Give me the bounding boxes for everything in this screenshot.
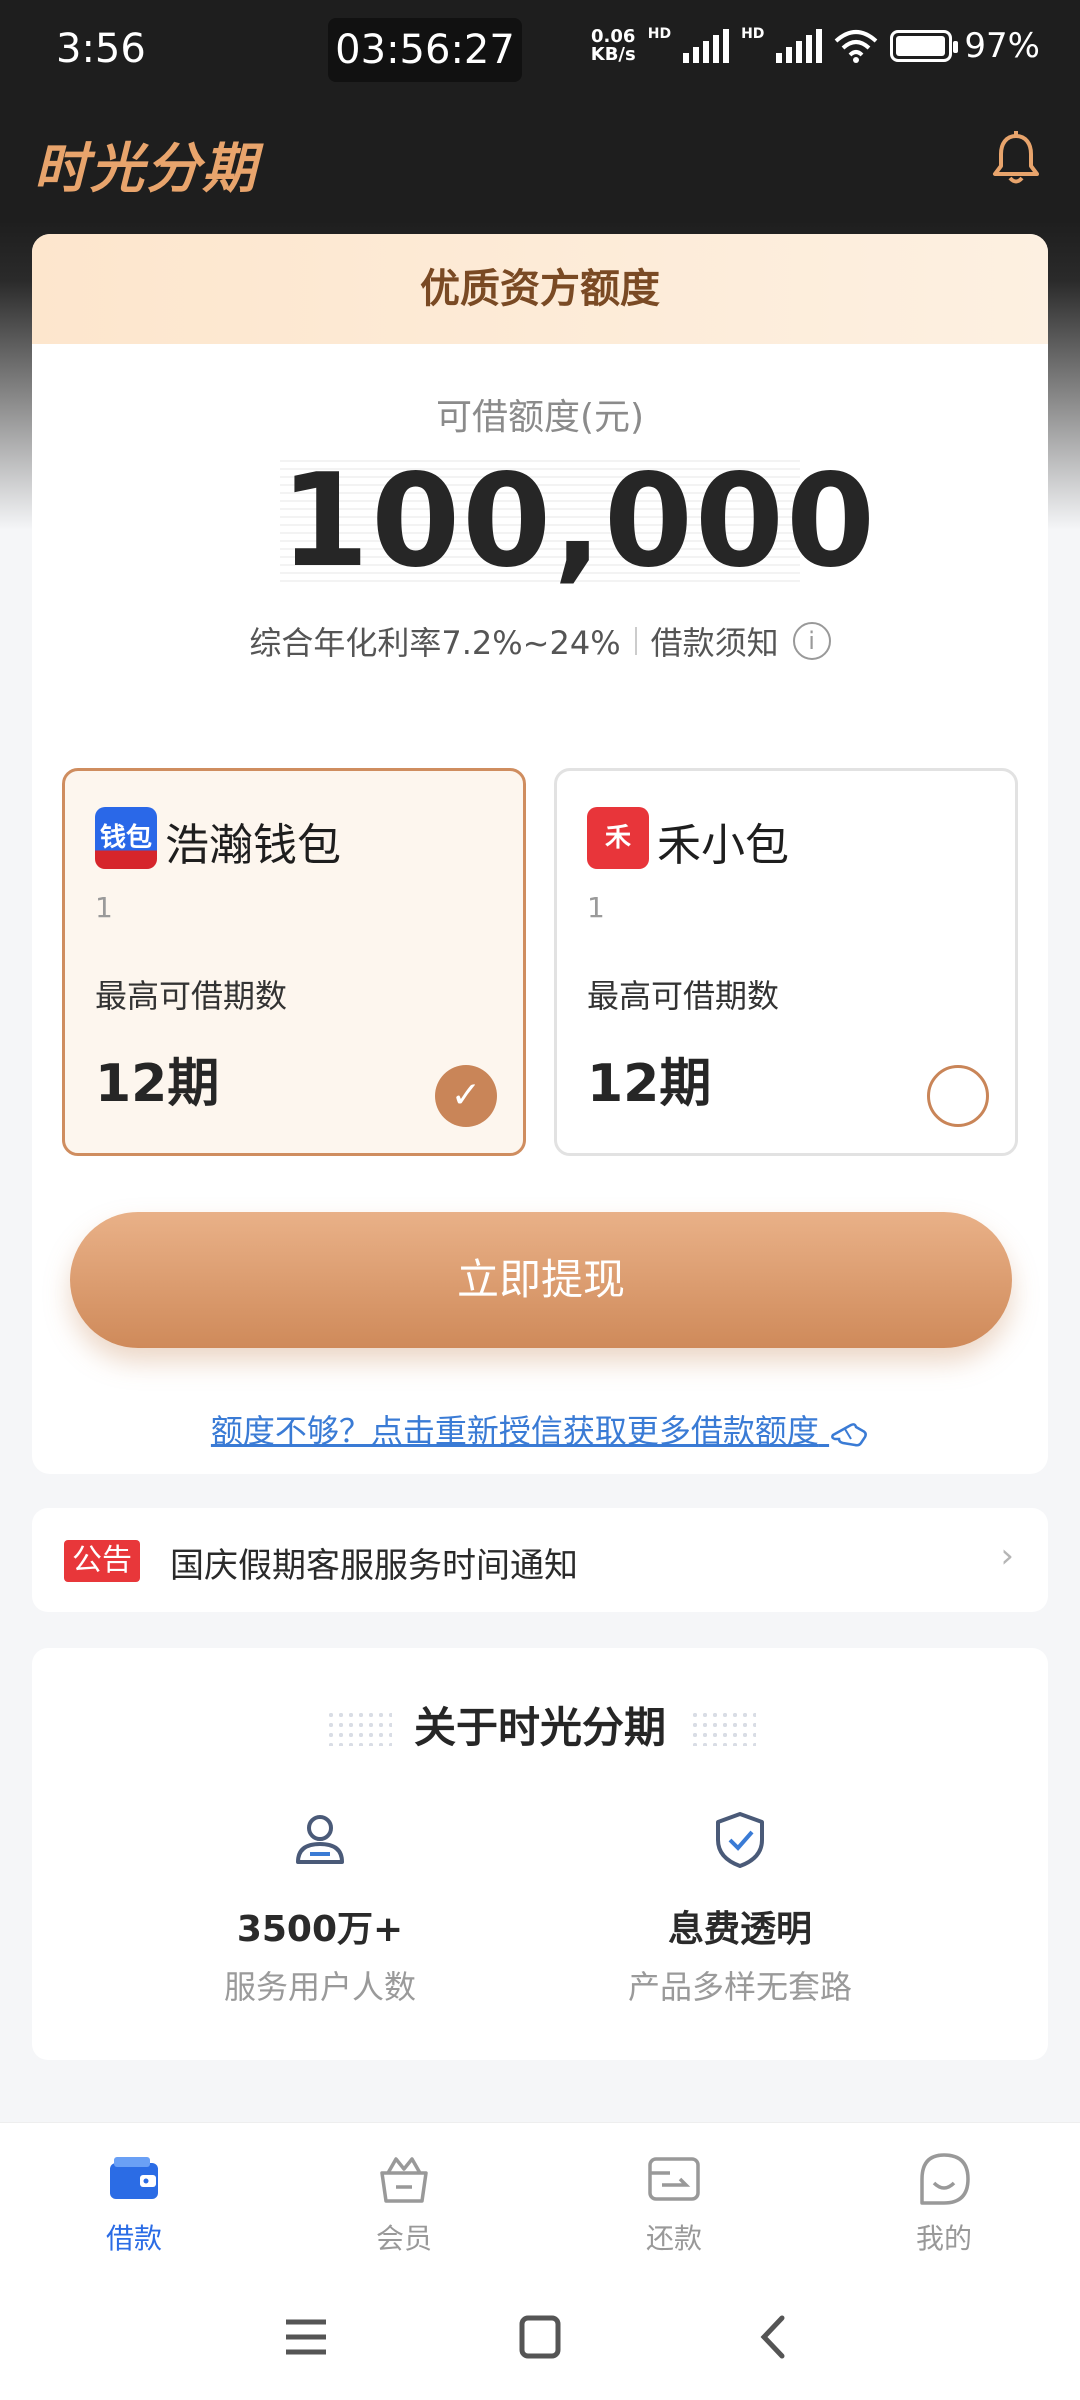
- nav-label: 还款: [645, 2222, 702, 2255]
- max-term-label: 最高可借期数: [587, 977, 780, 1015]
- smile-icon: [920, 2153, 970, 2205]
- nav-label: 会员: [375, 2222, 432, 2255]
- hd-label-2: HD: [741, 26, 765, 42]
- back-icon[interactable]: [744, 2312, 804, 2362]
- bottom-navigation: 借款 会员 还款 我的: [0, 2122, 1080, 2272]
- checkmark-icon[interactable]: ✓: [435, 1065, 497, 1127]
- hand-pointer-icon: [831, 1423, 867, 1447]
- lender-sub: 1: [95, 891, 113, 924]
- lender-option-hexiaobao[interactable]: 禾 禾小包 1 最高可借期数 12期: [554, 768, 1018, 1156]
- lender-name: 浩瀚钱包: [165, 820, 341, 871]
- wifi-icon: [835, 30, 878, 63]
- stat-transparent: 息费透明 产品多样无套路: [540, 1808, 940, 2008]
- withdraw-button[interactable]: 立即提现: [70, 1212, 1012, 1348]
- nav-label: 我的: [915, 2222, 972, 2255]
- about-title: 关于时光分期: [413, 1703, 666, 1752]
- announcement-text: 国庆假期客服服务时间通知: [170, 1546, 578, 1586]
- app-logo: 时光分期: [34, 137, 258, 200]
- card-icon: [648, 2157, 700, 2201]
- lender-options: 钱包 浩瀚钱包 1 最高可借期数 12期 ✓ 禾 禾小包 1 最高可借期数 12…: [62, 768, 1018, 1156]
- lender-name: 禾小包: [657, 820, 789, 871]
- amount-box: 100,000: [280, 447, 877, 596]
- status-clock: 03:56:27: [328, 18, 522, 82]
- home-icon[interactable]: [510, 2312, 570, 2362]
- stat-value: 息费透明: [667, 1909, 812, 1950]
- app-bar: 时光分期: [0, 110, 1080, 220]
- max-term-label: 最高可借期数: [95, 977, 288, 1015]
- menu-icon[interactable]: [276, 2312, 336, 2362]
- reauthorize-link[interactable]: 额度不够？点击重新授信获取更多借款额度: [32, 1406, 1048, 1452]
- stat-value: 3500万+: [236, 1909, 404, 1950]
- loan-notice-link[interactable]: 借款须知: [651, 618, 779, 664]
- announcement-badge: 公告: [64, 1540, 140, 1582]
- quota-amount: 100,000: [280, 447, 877, 596]
- quota-card: 优质资方额度 可借额度(元) 100,000 综合年化利率7.2%~24% 借款…: [32, 234, 1048, 1474]
- announcement-bar[interactable]: 公告 国庆假期客服服务时间通知 ›: [32, 1508, 1048, 1612]
- bell-icon[interactable]: [986, 128, 1046, 188]
- crown-basket-icon: [380, 2157, 428, 2203]
- signal-icon: [683, 29, 730, 63]
- wallet-icon: [110, 2157, 158, 2199]
- system-navigation: [0, 2272, 1080, 2400]
- battery-percent: 97%: [964, 26, 1040, 66]
- max-term-value: 12期: [95, 1054, 220, 1114]
- info-icon[interactable]: i: [792, 622, 831, 660]
- lender-sub: 1: [587, 891, 605, 924]
- status-icons: 0.06 KB/s HD HD 97%: [591, 26, 1040, 66]
- radio-icon[interactable]: [927, 1065, 989, 1127]
- rate-row: 综合年化利率7.2%~24% 借款须知 i: [32, 618, 1048, 664]
- network-speed: 0.06 KB/s: [590, 26, 636, 65]
- haohan-wallet-logo-icon: 钱包: [95, 807, 157, 869]
- divider: [634, 627, 637, 655]
- battery-icon: [890, 30, 959, 62]
- user-icon: [296, 1815, 344, 1864]
- rate-text: 综合年化利率7.2%~24%: [249, 624, 621, 662]
- hexiaobao-logo-icon: 禾: [587, 807, 649, 869]
- shield-check-icon: [716, 1812, 764, 1868]
- hd-label: HD: [647, 26, 672, 42]
- nav-item-member[interactable]: 会员: [324, 2151, 484, 2257]
- lender-option-haohan[interactable]: 钱包 浩瀚钱包 1 最高可借期数 12期 ✓: [62, 768, 526, 1156]
- about-section: 关于时光分期 3500万+ 服务用户人数 息费透明 产品多样无套路: [32, 1648, 1048, 2060]
- nav-item-repay[interactable]: 还款: [594, 2151, 754, 2257]
- status-bar: 3:56 03:56:27 0.06 KB/s HD HD 97%: [0, 0, 1080, 100]
- quota-label: 可借额度(元): [435, 397, 645, 438]
- max-term-value: 12期: [587, 1054, 712, 1114]
- nav-item-mine[interactable]: 我的: [864, 2151, 1024, 2257]
- nav-item-loan[interactable]: 借款: [54, 2151, 214, 2257]
- chevron-right-icon: ›: [1000, 1536, 1014, 1576]
- stat-users: 3500万+ 服务用户人数: [120, 1808, 520, 2008]
- signal-icon-2: [776, 29, 823, 63]
- status-time: 3:56: [56, 26, 146, 72]
- nav-label: 借款: [105, 2222, 162, 2255]
- stat-label: 服务用户人数: [223, 1968, 416, 2006]
- stat-label: 产品多样无套路: [627, 1968, 852, 2006]
- card-header: 优质资方额度: [32, 234, 1048, 344]
